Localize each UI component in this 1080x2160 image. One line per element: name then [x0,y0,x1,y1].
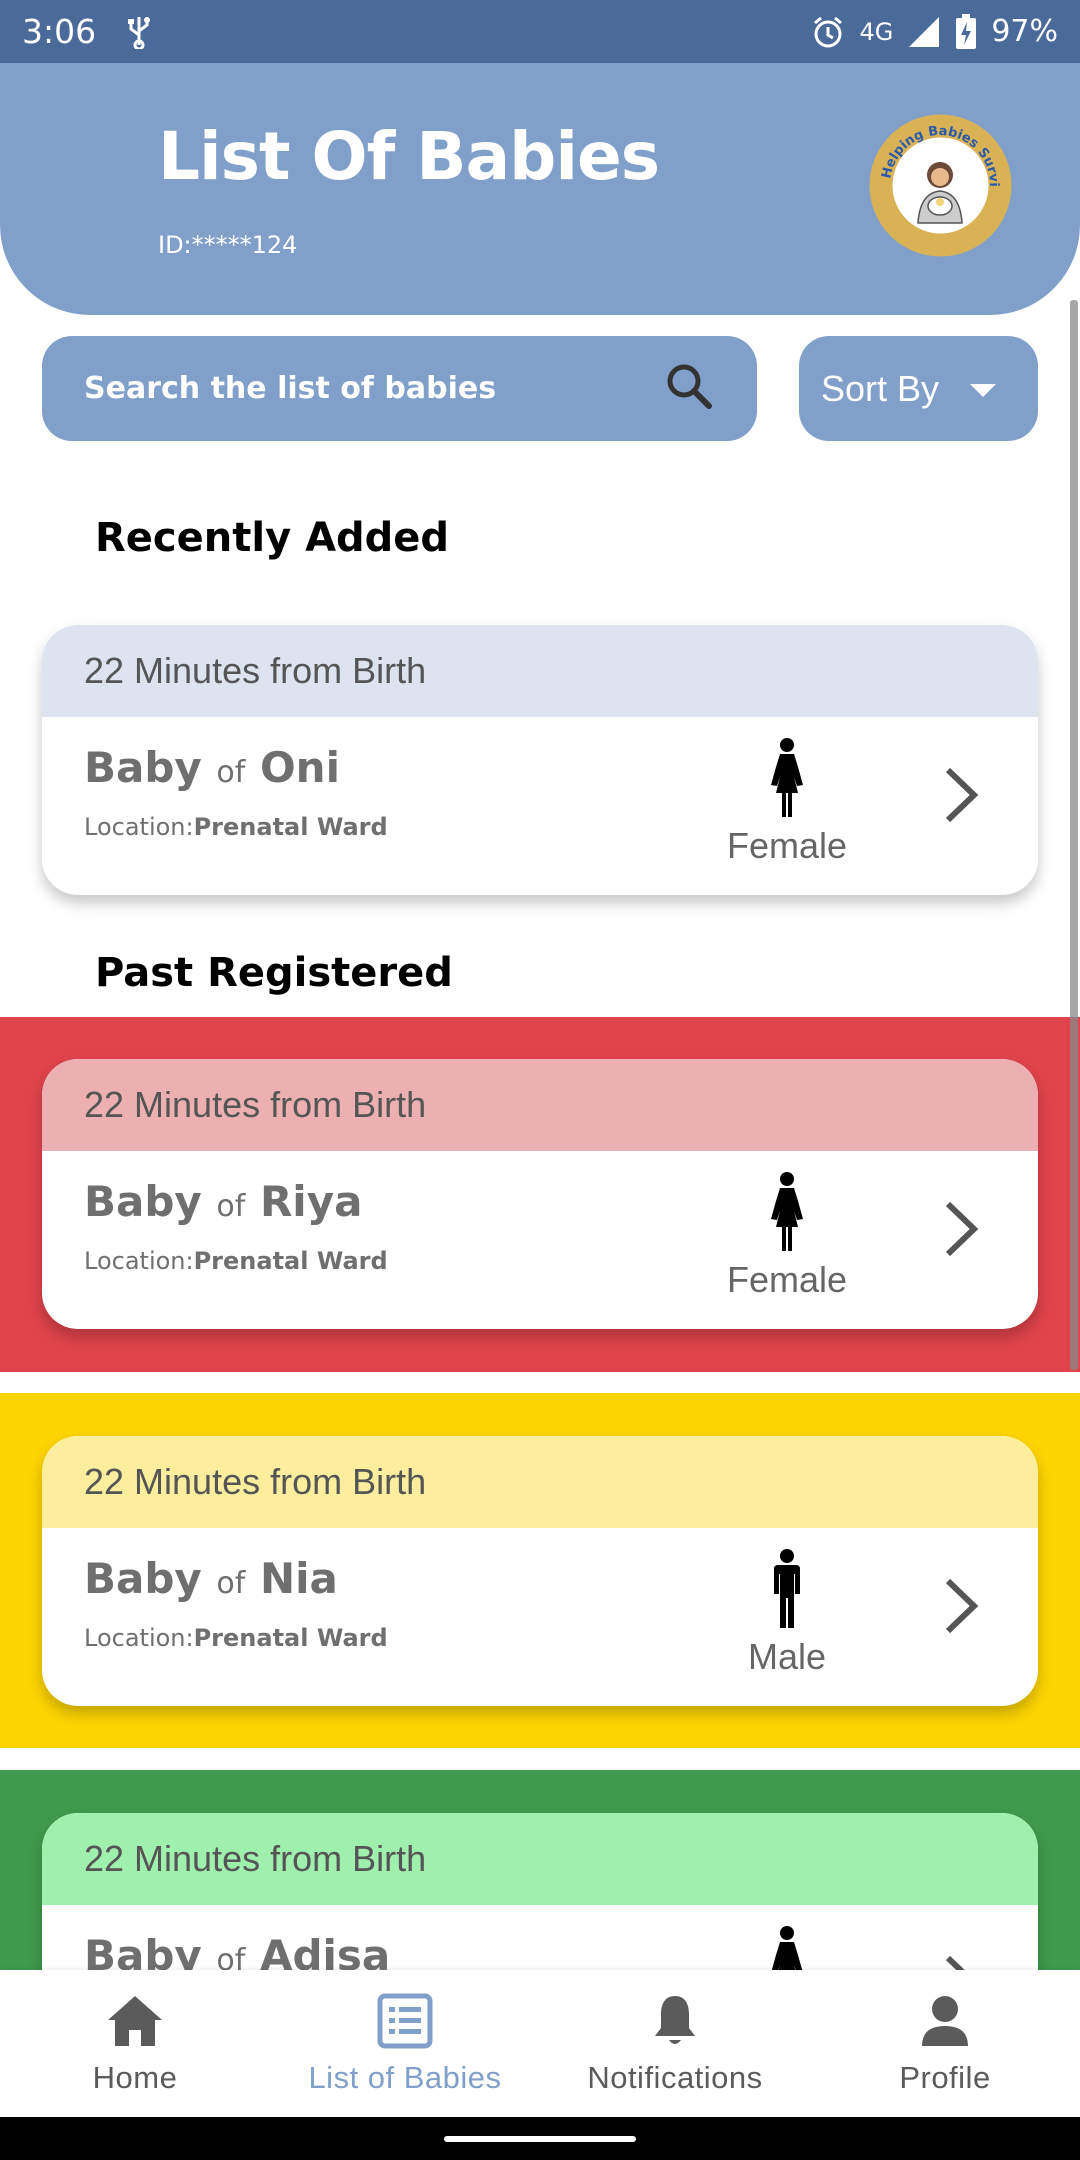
nav-label-notifications: Notifications [587,2060,763,2095]
female-icon [771,1172,803,1251]
gender-label: Female [726,825,848,866]
chevron-right-icon[interactable] [940,765,984,825]
sort-by-label: Sort By [821,367,940,409]
baby-card[interactable]: 22 Minutes from Birth Baby of Nia Locati… [42,1436,1038,1706]
gender-label: Male [747,1636,827,1677]
gender-label: Female [726,1259,848,1300]
signal-icon [907,15,941,49]
baby-location: Location:Prenatal Ward [84,813,388,841]
nav-label-home: Home [92,2060,178,2095]
status-bar: 3:06 4G 97% [0,0,1080,63]
status-time: 3:06 [22,12,97,51]
nav-label-profile: Profile [899,2060,991,2095]
baby-card[interactable]: 22 Minutes from Birth Baby of Oni Locati… [42,625,1038,895]
nav-profile[interactable]: Profile [810,1970,1080,2117]
system-nav-bar [0,2117,1080,2160]
baby-name: Baby of Riya [84,1177,363,1226]
bottom-nav: Home List of Babies Notifications Profil… [0,1970,1080,2117]
alarm-icon [811,15,845,49]
profile-icon [922,1996,968,2046]
battery-charging-icon [955,13,977,50]
nav-label-list: List of Babies [308,2060,502,2095]
card-time: 22 Minutes from Birth [42,1813,1038,1905]
page-title: List Of Babies [158,118,660,195]
chevron-right-icon[interactable] [940,1199,984,1259]
nav-list-of-babies[interactable]: List of Babies [270,1970,540,2117]
search-icon[interactable] [663,360,715,417]
baby-card[interactable]: 22 Minutes from Birth Baby of Riya Locat… [42,1059,1038,1329]
sort-by-dropdown[interactable]: Sort By [799,336,1038,441]
home-icon [108,1996,162,2046]
nav-notifications[interactable]: Notifications [540,1970,810,2117]
search-input[interactable]: Search the list of babies [84,371,663,406]
battery-level: 97% [991,14,1058,49]
usb-icon [126,15,152,49]
list-icon [377,1993,433,2049]
nav-home[interactable]: Home [0,1970,270,2117]
male-icon [774,1549,800,1628]
scrollbar[interactable] [1070,300,1078,1370]
section-title-past: Past Registered [95,950,453,996]
baby-location: Location:Prenatal Ward [84,1624,388,1652]
app-logo: Helping Babies Survive [864,102,1013,258]
caret-down-icon [970,384,996,397]
user-id: ID:*****124 [158,231,298,259]
section-title-recent: Recently Added [95,515,450,561]
chevron-right-icon[interactable] [940,1576,984,1636]
network-type: 4G [859,17,894,46]
bell-icon [655,1996,695,2044]
card-time: 22 Minutes from Birth [42,1436,1038,1528]
female-icon [771,738,803,817]
search-bar[interactable]: Search the list of babies [42,336,757,441]
baby-location: Location:Prenatal Ward [84,1247,388,1275]
card-time: 22 Minutes from Birth [42,625,1038,717]
baby-name: Baby of Oni [84,743,340,792]
home-gesture-pill[interactable] [444,2136,636,2142]
header: List Of Babies ID:*****124 Helping Babie… [0,63,1080,315]
baby-name: Baby of Nia [84,1554,338,1603]
card-time: 22 Minutes from Birth [42,1059,1038,1151]
